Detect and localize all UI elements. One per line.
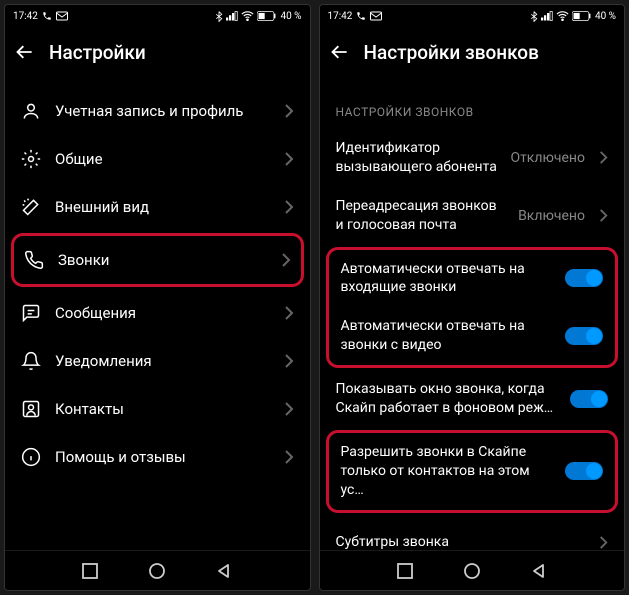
android-nav: [5, 550, 310, 590]
back-icon[interactable]: [15, 42, 35, 62]
item-help[interactable]: Помощь и отзывы: [5, 433, 310, 481]
chevron-right-icon: [284, 450, 294, 464]
setting-value: Отключено: [510, 150, 585, 166]
setting-label: Автоматически отвечать на звонки с видео: [341, 317, 556, 355]
item-label: Помощь и отзывы: [55, 448, 270, 466]
contacts-icon: [21, 399, 41, 419]
call-settings: НАСТРОЙКИ ЗВОНКОВ Идентификатор вызывающ…: [320, 77, 625, 550]
status-time: 17:42: [328, 11, 353, 22]
setting-label: Субтитры звонка: [336, 533, 590, 550]
user-icon: [21, 101, 41, 121]
item-general[interactable]: Общие: [5, 135, 310, 183]
battery-icon: [257, 11, 277, 21]
bluetooth-icon: [215, 11, 223, 22]
header: Настройки звонков: [320, 27, 625, 77]
item-label: Звонки: [58, 251, 267, 269]
toggle-on[interactable]: [565, 327, 603, 345]
highlight-auto-answer: Автоматически отвечать на входящие звонк…: [326, 247, 619, 369]
nav-recent[interactable]: [397, 563, 413, 579]
item-appearance[interactable]: Внешний вид: [5, 183, 310, 231]
chevron-right-icon: [284, 402, 294, 416]
signal-icon: [541, 11, 553, 21]
chevron-right-icon: [284, 200, 294, 214]
status-bar: 17:42 40 %: [320, 5, 625, 27]
wand-icon: [21, 197, 41, 217]
setting-label: Автоматически отвечать на входящие звонк…: [341, 260, 556, 298]
chevron-right-icon: [284, 152, 294, 166]
chevron-right-icon: [599, 151, 608, 164]
page-title: Настройки звонков: [364, 41, 539, 64]
item-notifications[interactable]: Уведомления: [5, 337, 310, 385]
nav-back[interactable]: [531, 563, 547, 579]
toggle-on[interactable]: [570, 390, 608, 408]
bell-icon: [21, 351, 41, 371]
mail-icon: [370, 11, 382, 21]
status-bar: 17:42 40 %: [5, 5, 310, 27]
wifi-icon: [556, 11, 569, 21]
phone-left: 17:42 40 % Настройки Учетная запись и пр…: [4, 4, 311, 591]
mail-icon: [56, 11, 68, 21]
phone-icon: [24, 250, 44, 270]
chat-icon: [21, 303, 41, 323]
row-auto-answer[interactable]: Автоматически отвечать на входящие звонк…: [329, 250, 616, 308]
toggle-on[interactable]: [565, 269, 603, 287]
chevron-right-icon: [599, 209, 608, 222]
chevron-right-icon: [284, 354, 294, 368]
nav-back[interactable]: [216, 563, 232, 579]
settings-list: Учетная запись и профиль Общие Внешний в…: [5, 77, 310, 550]
chevron-right-icon: [599, 536, 608, 549]
header: Настройки: [5, 27, 310, 77]
phone-icon: [356, 11, 366, 21]
chevron-right-icon: [284, 104, 294, 118]
battery-text: 40 %: [280, 11, 301, 22]
phone-right: 17:42 40 % Настройки звонков НАСТРОЙКИ З…: [319, 4, 626, 591]
android-nav: [320, 550, 625, 590]
setting-label: Показывать окно звонка, когда Скайп рабо…: [336, 380, 561, 418]
item-calls[interactable]: Звонки: [11, 233, 304, 287]
wifi-icon: [241, 11, 254, 21]
item-messages[interactable]: Сообщения: [5, 289, 310, 337]
setting-label: Разрешить звонки в Скайпе только от конт…: [341, 443, 556, 500]
item-label: Внешний вид: [55, 198, 270, 216]
chevron-right-icon: [284, 306, 294, 320]
item-account[interactable]: Учетная запись и профиль: [5, 87, 310, 135]
row-contacts-only[interactable]: Разрешить звонки в Скайпе только от конт…: [329, 433, 616, 510]
item-label: Учетная запись и профиль: [55, 102, 270, 120]
toggle-on[interactable]: [565, 462, 603, 480]
item-label: Общие: [55, 150, 270, 168]
nav-home[interactable]: [148, 562, 166, 580]
setting-label: Идентификатор вызывающего абонента: [336, 139, 501, 177]
setting-label: Переадресация звонков и голосовая почта: [336, 197, 509, 235]
item-contacts[interactable]: Контакты: [5, 385, 310, 433]
back-icon[interactable]: [330, 42, 350, 62]
highlight-contacts-only: Разрешить звонки в Скайпе только от конт…: [326, 430, 619, 513]
battery-text: 40 %: [595, 11, 616, 22]
page-title: Настройки: [49, 41, 146, 64]
row-forwarding[interactable]: Переадресация звонков и голосовая почта …: [320, 187, 625, 245]
section-header: НАСТРОЙКИ ЗВОНКОВ: [320, 87, 625, 129]
status-time: 17:42: [13, 11, 38, 22]
row-subtitles[interactable]: Субтитры звонка: [320, 515, 625, 550]
battery-icon: [572, 11, 592, 21]
gear-icon: [21, 149, 41, 169]
bluetooth-icon: [530, 11, 538, 22]
nav-home[interactable]: [463, 562, 481, 580]
chevron-right-icon: [281, 253, 291, 267]
info-icon: [21, 447, 41, 467]
item-label: Уведомления: [55, 352, 270, 370]
row-caller-id[interactable]: Идентификатор вызывающего абонента Отклю…: [320, 129, 625, 187]
row-auto-answer-video[interactable]: Автоматически отвечать на звонки с видео: [329, 307, 616, 365]
nav-recent[interactable]: [82, 563, 98, 579]
item-label: Сообщения: [55, 304, 270, 322]
phone-icon: [42, 11, 52, 21]
setting-value: Включено: [518, 208, 585, 224]
row-show-window[interactable]: Показывать окно звонка, когда Скайп рабо…: [320, 370, 625, 428]
signal-icon: [226, 11, 238, 21]
item-label: Контакты: [55, 400, 270, 418]
